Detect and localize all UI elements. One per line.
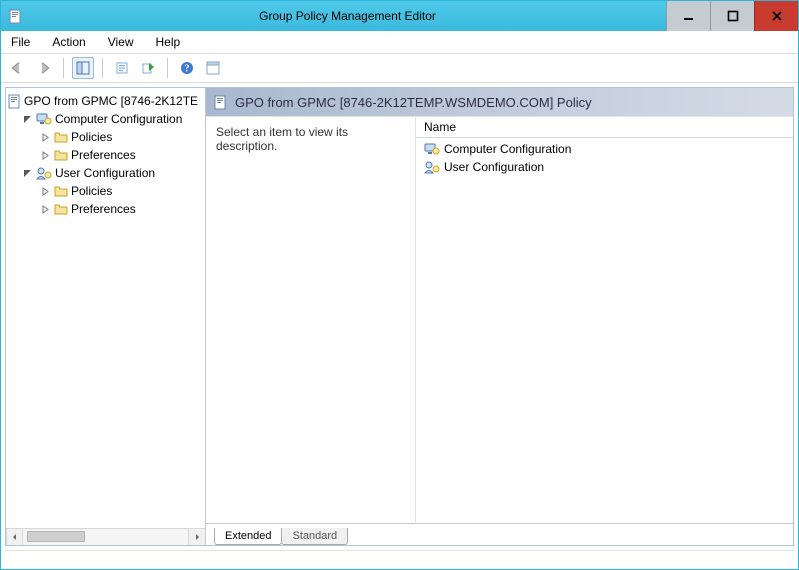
toolbar-separator bbox=[167, 58, 168, 78]
tree-pane: GPO from GPMC [8746-2K12TE Computer Conf… bbox=[6, 88, 206, 545]
maximize-button[interactable] bbox=[710, 1, 754, 31]
details-title: GPO from GPMC [8746-2K12TEMP.WSMDEMO.COM… bbox=[235, 95, 592, 110]
tree-computer-configuration[interactable]: Computer Configuration bbox=[8, 110, 203, 128]
app-icon bbox=[1, 1, 29, 31]
scroll-left-button[interactable] bbox=[6, 529, 23, 545]
tab-standard[interactable]: Standard bbox=[281, 528, 348, 545]
folder-icon bbox=[54, 131, 68, 143]
tab-extended[interactable]: Extended bbox=[214, 528, 282, 545]
close-button[interactable] bbox=[754, 1, 798, 31]
tree-computer-preferences[interactable]: Preferences bbox=[8, 146, 203, 164]
menu-action[interactable]: Action bbox=[48, 33, 89, 51]
tabs-row: Extended Standard bbox=[206, 523, 793, 545]
collapse-icon[interactable] bbox=[22, 168, 33, 179]
tree-user-policies[interactable]: Policies bbox=[8, 182, 203, 200]
folder-icon bbox=[54, 203, 68, 215]
list-items: Computer Configuration User Configuratio… bbox=[416, 138, 793, 178]
tree-user-configuration[interactable]: User Configuration bbox=[8, 164, 203, 182]
list-column-header-name[interactable]: Name bbox=[416, 117, 793, 138]
details-header: GPO from GPMC [8746-2K12TEMP.WSMDEMO.COM… bbox=[206, 88, 793, 116]
toolbar: ? bbox=[1, 54, 798, 83]
folder-icon bbox=[54, 149, 68, 161]
menu-help[interactable]: Help bbox=[152, 33, 185, 51]
menu-view[interactable]: View bbox=[104, 33, 138, 51]
scroll-track[interactable] bbox=[23, 529, 188, 545]
forward-button[interactable] bbox=[33, 57, 55, 79]
description-prompt: Select an item to view its description. bbox=[216, 125, 348, 153]
computer-config-icon bbox=[424, 142, 440, 156]
user-config-icon bbox=[36, 166, 52, 180]
statusbar bbox=[5, 550, 794, 566]
list-item-label: Computer Configuration bbox=[444, 142, 571, 156]
window-controls bbox=[666, 1, 798, 31]
user-config-icon bbox=[424, 160, 440, 174]
tree-label: User Configuration bbox=[55, 166, 155, 180]
list-column: Name Computer Configuration User Configu… bbox=[416, 117, 793, 523]
show-hide-action-pane-button[interactable] bbox=[202, 57, 224, 79]
tree-computer-policies[interactable]: Policies bbox=[8, 128, 203, 146]
description-column: Select an item to view its description. bbox=[206, 117, 416, 523]
tree-user-preferences[interactable]: Preferences bbox=[8, 200, 203, 218]
list-item-label: User Configuration bbox=[444, 160, 544, 174]
expand-icon[interactable] bbox=[40, 204, 51, 215]
list-item-user-configuration[interactable]: User Configuration bbox=[420, 158, 789, 176]
help-button[interactable]: ? bbox=[176, 57, 198, 79]
tree-label: Policies bbox=[71, 130, 112, 144]
export-button[interactable] bbox=[137, 57, 159, 79]
menubar: File Action View Help bbox=[1, 31, 798, 54]
expand-icon[interactable] bbox=[40, 132, 51, 143]
tree-root[interactable]: GPO from GPMC [8746-2K12TE bbox=[8, 92, 203, 110]
content-row: Select an item to view its description. … bbox=[206, 116, 793, 523]
expand-icon[interactable] bbox=[40, 186, 51, 197]
details-pane: GPO from GPMC [8746-2K12TEMP.WSMDEMO.COM… bbox=[206, 88, 793, 545]
tree-label: Policies bbox=[71, 184, 112, 198]
list-item-computer-configuration[interactable]: Computer Configuration bbox=[420, 140, 789, 158]
svg-text:?: ? bbox=[185, 64, 190, 75]
scroll-right-button[interactable] bbox=[188, 529, 205, 545]
minimize-button[interactable] bbox=[666, 1, 710, 31]
tree-label: Preferences bbox=[71, 148, 136, 162]
tree-label: Computer Configuration bbox=[55, 112, 182, 126]
gpo-icon bbox=[214, 95, 227, 110]
tree-root-label: GPO from GPMC [8746-2K12TE bbox=[24, 94, 198, 108]
computer-config-icon bbox=[36, 112, 52, 126]
menu-file[interactable]: File bbox=[7, 33, 34, 51]
scroll-thumb[interactable] bbox=[27, 531, 85, 542]
expand-icon[interactable] bbox=[40, 150, 51, 161]
back-button[interactable] bbox=[7, 57, 29, 79]
tree-horizontal-scrollbar[interactable] bbox=[6, 528, 205, 545]
toolbar-separator bbox=[63, 58, 64, 78]
window-title: Group Policy Management Editor bbox=[29, 1, 666, 31]
show-hide-tree-button[interactable] bbox=[72, 57, 94, 79]
collapse-icon[interactable] bbox=[22, 114, 33, 125]
body-area: GPO from GPMC [8746-2K12TE Computer Conf… bbox=[5, 87, 794, 546]
properties-button[interactable] bbox=[111, 57, 133, 79]
gpo-icon bbox=[8, 94, 21, 109]
console-tree[interactable]: GPO from GPMC [8746-2K12TE Computer Conf… bbox=[6, 88, 205, 528]
toolbar-separator bbox=[102, 58, 103, 78]
folder-icon bbox=[54, 185, 68, 197]
titlebar: Group Policy Management Editor bbox=[1, 1, 798, 31]
tree-label: Preferences bbox=[71, 202, 136, 216]
